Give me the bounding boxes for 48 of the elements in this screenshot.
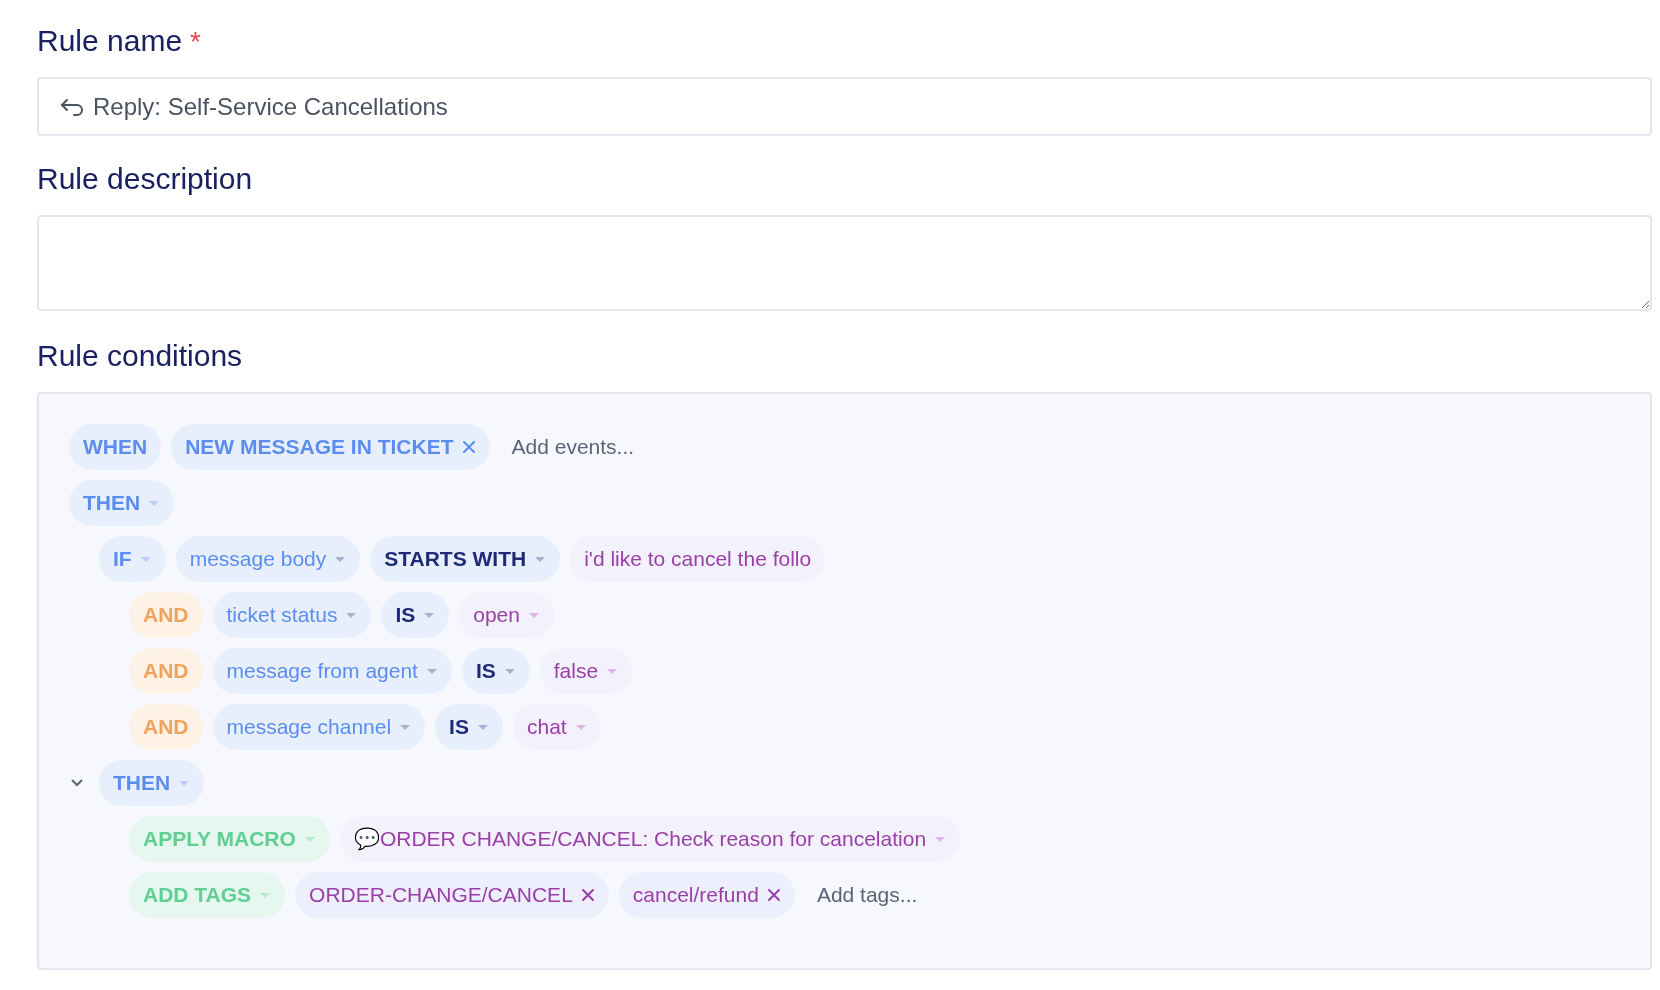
required-mark: * bbox=[190, 25, 201, 59]
value-dropdown[interactable]: open bbox=[459, 592, 554, 638]
remove-icon[interactable] bbox=[580, 888, 595, 902]
operator-dropdown[interactable]: IS bbox=[461, 648, 530, 694]
caret-icon bbox=[606, 667, 619, 675]
tag-chip[interactable]: cancel/refund bbox=[618, 872, 795, 918]
caret-icon bbox=[178, 779, 191, 787]
value-dropdown[interactable]: 💬ORDER CHANGE/CANCEL: Check reason for cancelation bbox=[339, 816, 961, 862]
caret-icon bbox=[476, 723, 489, 731]
keyword-pill[interactable]: THEN bbox=[69, 480, 175, 526]
tag-chip[interactable]: ORDER-CHANGE/CANCEL bbox=[295, 872, 609, 918]
field-label: Rule conditions bbox=[37, 338, 243, 374]
operator-dropdown[interactable]: IS bbox=[435, 704, 503, 750]
caret-icon bbox=[259, 891, 272, 899]
event-tag[interactable]: NEW MESSAGE IN TICKET bbox=[171, 424, 490, 470]
caret-icon bbox=[148, 499, 161, 507]
caret-icon bbox=[574, 723, 587, 731]
field-dropdown[interactable]: message body bbox=[175, 536, 361, 582]
value-dropdown[interactable]: chat bbox=[512, 704, 601, 750]
caret-icon bbox=[534, 555, 547, 563]
caret-icon bbox=[345, 611, 358, 619]
caret-icon bbox=[503, 667, 516, 675]
add-input-placeholder[interactable]: Add events... bbox=[499, 431, 647, 463]
rule-description-field[interactable] bbox=[37, 215, 1652, 311]
keyword-pill[interactable]: WHEN bbox=[69, 424, 162, 470]
caret-icon bbox=[303, 835, 316, 843]
rule-name-field[interactable]: Reply: Self-Service Cancellations bbox=[37, 77, 1652, 136]
caret-icon bbox=[527, 611, 540, 619]
field-label: Rule name bbox=[37, 23, 183, 59]
remove-icon[interactable] bbox=[766, 888, 781, 902]
field-dropdown[interactable]: message channel bbox=[212, 704, 426, 750]
keyword-pill[interactable]: IF bbox=[99, 536, 166, 582]
value-dropdown[interactable]: i'd like to cancel the follo bbox=[570, 536, 826, 582]
value-dropdown[interactable]: false bbox=[539, 648, 633, 694]
field-dropdown[interactable]: ticket status bbox=[212, 592, 372, 638]
operator-dropdown[interactable]: STARTS WITH bbox=[370, 536, 561, 582]
field-dropdown[interactable]: message from agent bbox=[212, 648, 452, 694]
field-label: Rule description bbox=[37, 161, 253, 197]
caret-icon bbox=[334, 555, 347, 563]
keyword-pill[interactable]: THEN bbox=[99, 760, 205, 806]
caret-icon bbox=[934, 835, 947, 843]
operator-dropdown[interactable]: IS bbox=[381, 592, 450, 638]
caret-icon bbox=[399, 723, 412, 731]
caret-icon bbox=[425, 667, 438, 675]
remove-icon[interactable] bbox=[461, 440, 476, 454]
caret-icon bbox=[139, 555, 152, 563]
add-input-placeholder[interactable]: Add tags... bbox=[804, 879, 930, 911]
caret-icon bbox=[423, 611, 436, 619]
